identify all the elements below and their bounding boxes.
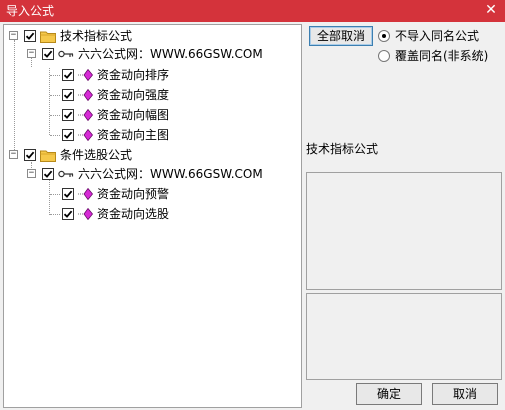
key-icon — [58, 170, 74, 178]
ok-button[interactable]: 确定 — [356, 383, 422, 405]
item-label: 资金动向预警 — [97, 187, 170, 201]
tree-item[interactable]: 资金动向选股 — [4, 205, 294, 223]
tree-group-technical[interactable]: − 技术指标公式 — [4, 27, 294, 45]
skip-duplicates-label: 不导入同名公式 — [395, 29, 480, 43]
formula-gem-icon — [78, 109, 94, 121]
checkmark-icon — [63, 71, 73, 79]
cancel-all-button[interactable]: 全部取消 — [309, 26, 373, 46]
formula-gem-icon — [78, 129, 94, 141]
tree-group-screening[interactable]: − 条件选股公式 — [4, 146, 294, 164]
formula-detail-box — [306, 172, 502, 290]
formula-gem-icon — [78, 188, 94, 200]
formula-description-box — [306, 293, 502, 380]
cancel-button[interactable]: 取消 — [432, 383, 498, 405]
collapse-toggle[interactable]: − — [27, 169, 36, 178]
checkmark-icon — [43, 50, 53, 58]
item-label: 资金动向强度 — [97, 88, 170, 102]
item-label: 资金动向选股 — [97, 207, 170, 221]
source-label: 六六公式网：WWW.66GSW.COM — [78, 167, 263, 181]
item-checkbox[interactable] — [62, 129, 74, 141]
item-checkbox[interactable] — [62, 89, 74, 101]
tree-item[interactable]: 资金动向强度 — [4, 86, 294, 104]
tree-source-66gsw[interactable]: − 六六公式网：WWW.66GSW.COM — [4, 45, 294, 63]
formula-gem-icon — [78, 69, 94, 81]
source-checkbox[interactable] — [42, 48, 54, 60]
item-label: 资金动向主图 — [97, 128, 170, 142]
item-label: 资金动向排序 — [97, 68, 170, 82]
item-checkbox[interactable] — [62, 69, 74, 81]
skip-duplicates-radio[interactable] — [378, 30, 390, 42]
formula-gem-icon — [78, 89, 94, 101]
item-checkbox[interactable] — [62, 208, 74, 220]
formula-tree[interactable]: − 技术指标公式 − 六六公式网：WWW.66GSW.COM 资金动向排序 资金… — [3, 24, 302, 408]
close-icon[interactable]: ✕ — [483, 2, 499, 18]
checkmark-icon — [25, 32, 35, 40]
tree-item[interactable]: 资金动向主图 — [4, 126, 294, 144]
key-icon — [58, 50, 74, 58]
radio-selected-dot — [382, 34, 386, 38]
overwrite-duplicates-label: 覆盖同名(非系统) — [395, 49, 489, 63]
overwrite-duplicates-radio[interactable] — [378, 50, 390, 62]
import-formula-dialog: 导入公式 ✕ − 技术指标公式 − 六六公式网：WWW.66GSW.COM 资金… — [0, 0, 505, 410]
group-checkbox[interactable] — [24, 30, 36, 42]
collapse-toggle[interactable]: − — [9, 31, 18, 40]
source-label: 六六公式网：WWW.66GSW.COM — [78, 47, 263, 61]
tree-source-66gsw[interactable]: − 六六公式网：WWW.66GSW.COM — [4, 165, 294, 183]
item-checkbox[interactable] — [62, 109, 74, 121]
group-label: 条件选股公式 — [60, 148, 133, 162]
checkmark-icon — [63, 91, 73, 99]
tree-item[interactable]: 资金动向幅图 — [4, 106, 294, 124]
window-title: 导入公式 — [6, 4, 55, 18]
checkmark-icon — [25, 151, 35, 159]
source-checkbox[interactable] — [42, 168, 54, 180]
tree-item[interactable]: 资金动向预警 — [4, 185, 294, 203]
group-label: 技术指标公式 — [60, 29, 133, 43]
item-label: 资金动向幅图 — [97, 108, 170, 122]
options-panel: 全部取消 不导入同名公式 覆盖同名(非系统) 技术指标公式 — [305, 24, 503, 380]
collapse-toggle[interactable]: − — [27, 49, 36, 58]
checkmark-icon — [63, 131, 73, 139]
title-bar[interactable]: 导入公式 ✕ — [0, 0, 505, 22]
item-checkbox[interactable] — [62, 188, 74, 200]
detail-section-label: 技术指标公式 — [306, 142, 379, 156]
group-checkbox[interactable] — [24, 149, 36, 161]
checkmark-icon — [63, 210, 73, 218]
tree-item[interactable]: 资金动向排序 — [4, 66, 294, 84]
collapse-toggle[interactable]: − — [9, 150, 18, 159]
folder-icon — [40, 150, 56, 162]
folder-icon — [40, 31, 56, 43]
checkmark-icon — [63, 190, 73, 198]
formula-gem-icon — [78, 208, 94, 220]
checkmark-icon — [43, 170, 53, 178]
checkmark-icon — [63, 111, 73, 119]
